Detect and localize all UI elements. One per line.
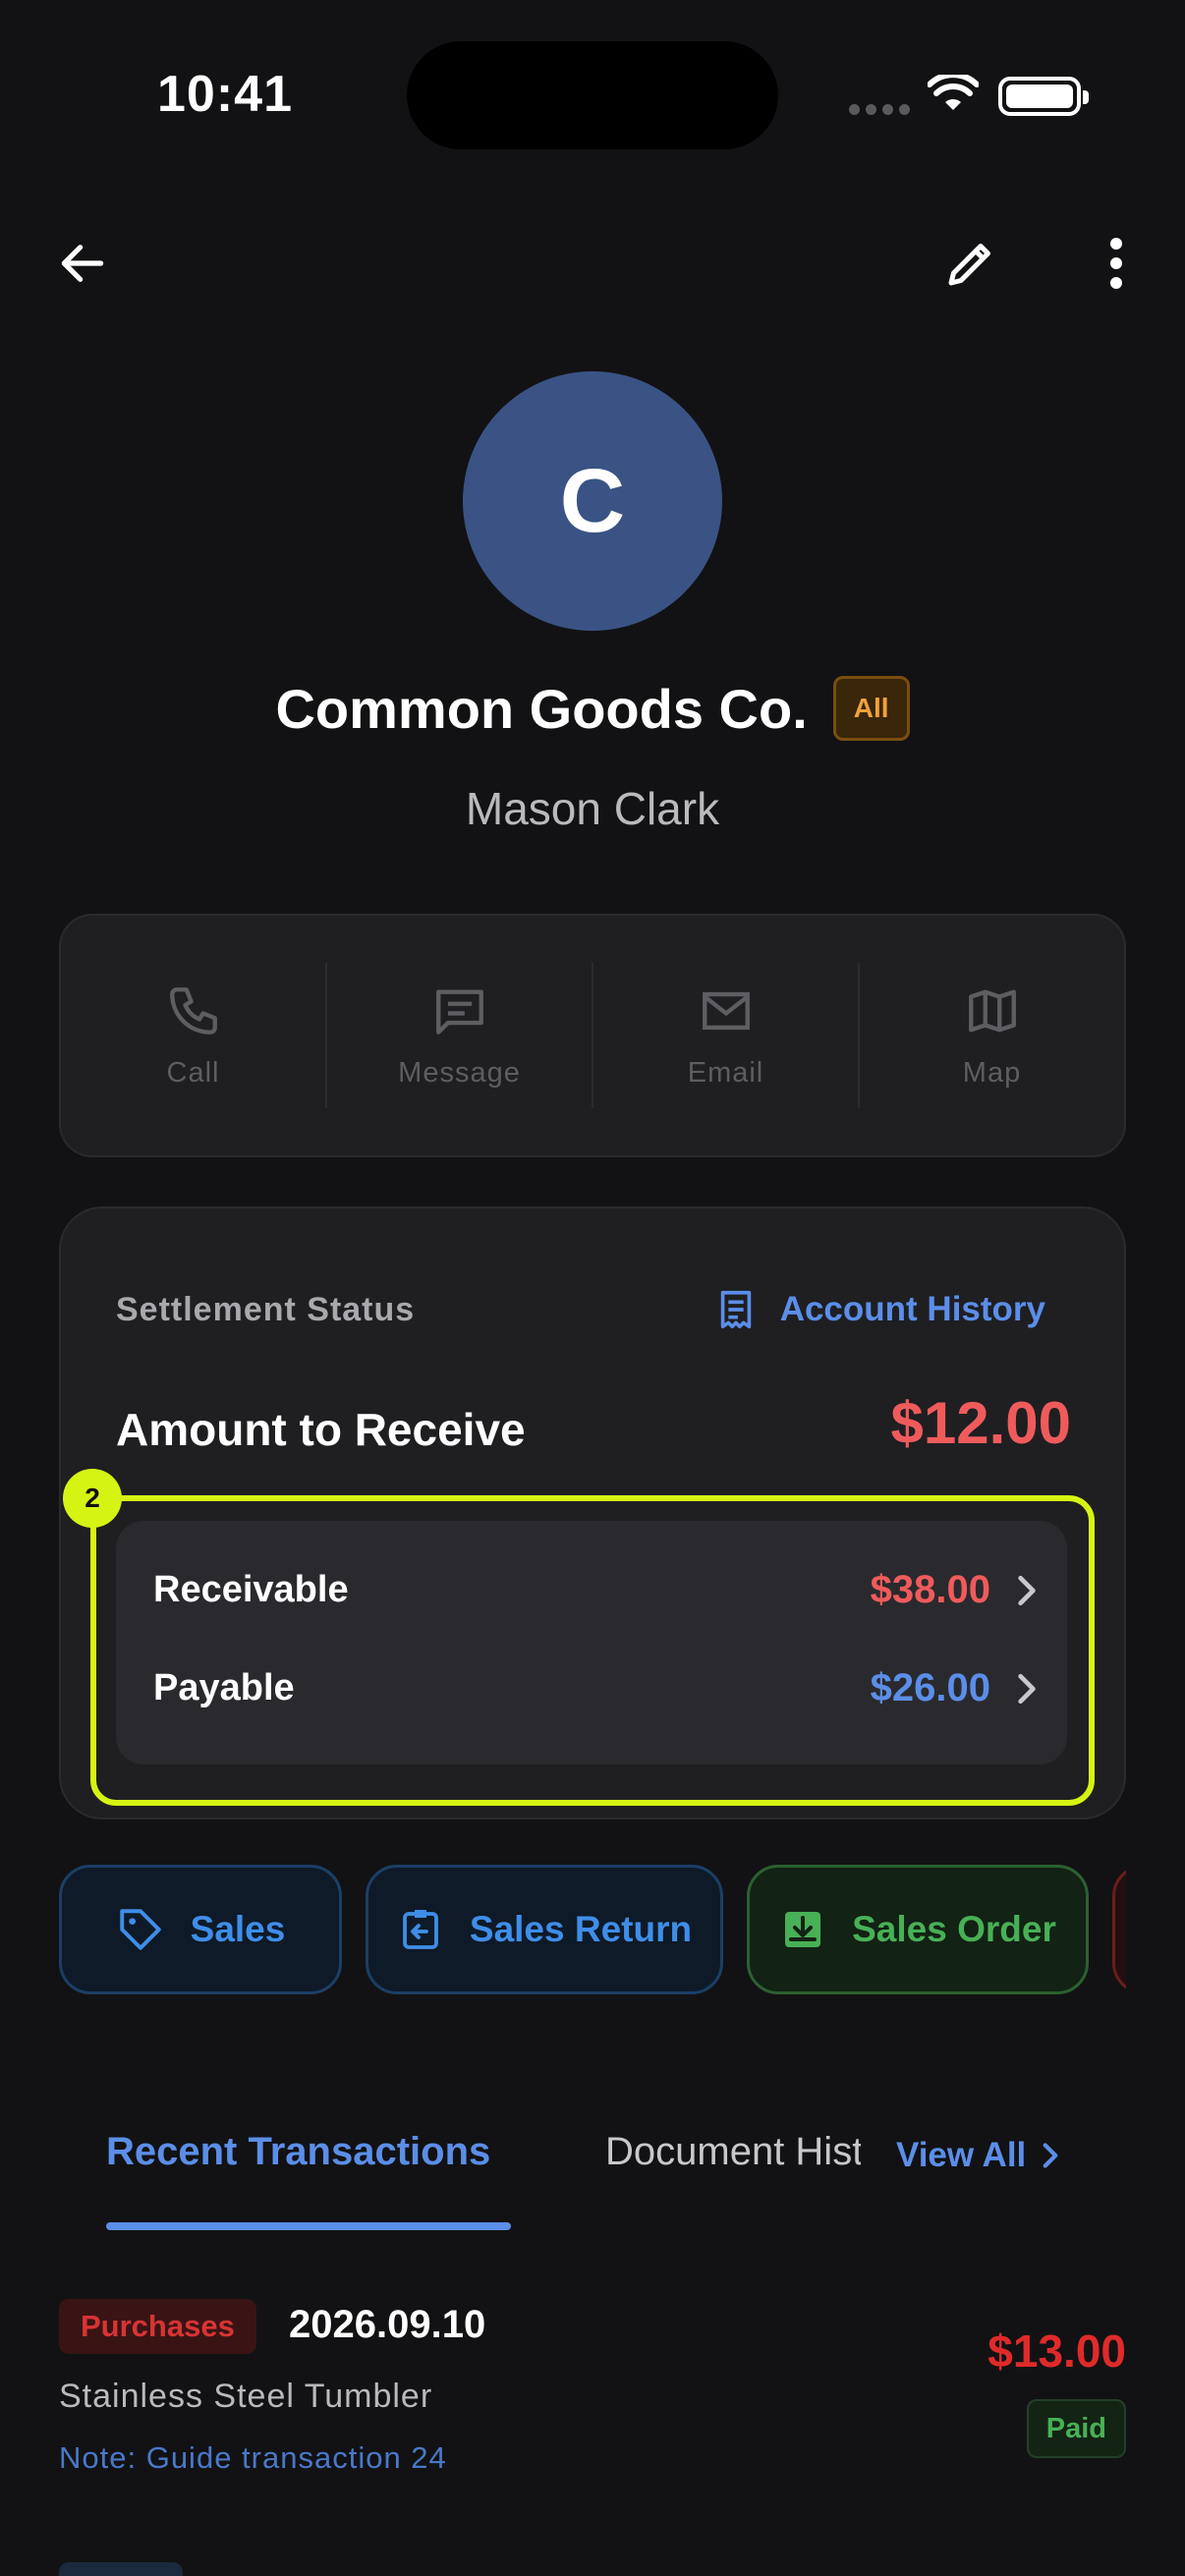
chevron-right-icon [1043,2143,1058,2168]
email-button[interactable]: Email [593,963,860,1108]
document-chips: Sales Sales Return Sales Order [59,1865,1126,1996]
status-bar: 10:41 [0,0,1185,196]
call-label: Call [166,1056,220,1089]
transaction-type-badge: Purchases [59,2299,256,2354]
map-label: Map [962,1056,1022,1089]
status-badge: Paid [1026,2399,1126,2458]
transaction-item: Stainless Steel Tumbler [59,2378,433,2415]
amount-to-receive-value: $12.00 [890,1390,1071,1456]
avatar: C [463,371,722,631]
payable-value: $26.00 [870,1666,990,1709]
chevron-right-icon [1018,1673,1036,1704]
receivable-value: $38.00 [870,1568,990,1611]
amount-to-receive-label: Amount to Receive [116,1404,526,1455]
sales-chip-label: Sales [190,1909,286,1949]
account-history-link[interactable]: Account History [713,1285,1045,1334]
wifi-icon [928,75,979,110]
view-all-link[interactable]: View All [896,2136,1059,2175]
transaction-date: 2026.09.10 [289,2303,486,2346]
map-icon [968,988,1016,1033]
view-all-label: View All [896,2136,1027,2174]
tab-document-history[interactable]: Document History [605,2130,861,2174]
more-chip[interactable] [1112,1865,1126,1994]
download-box-icon [785,1912,821,1947]
sales-order-chip-label: Sales Order [852,1909,1056,1949]
status-time: 10:41 [157,66,293,123]
arrow-left-icon [61,245,104,282]
pencil-icon [948,244,990,286]
next-transaction-badge [59,2562,183,2576]
sales-order-chip[interactable]: Sales Order [747,1865,1089,1994]
highlight-number-badge: 2 [63,1469,122,1528]
tag-icon [119,1909,161,1950]
contact-name: Mason Clark [465,783,720,834]
edit-button[interactable] [931,224,1010,303]
transaction-note: Note: Guide transaction 24 [59,2440,447,2475]
quick-actions-bar: Call Message Email Map [59,914,1126,1157]
payable-label: Payable [153,1667,295,1708]
receivable-payable-box: Receivable $38.00 Payable $26.00 [116,1521,1067,1764]
tab-recent-transactions[interactable]: Recent Transactions [106,2130,490,2174]
sales-chip[interactable]: Sales [59,1865,342,1994]
payable-row[interactable]: Payable $26.00 [153,1666,1038,1710]
mail-icon [702,991,750,1030]
email-label: Email [687,1056,764,1089]
signal-icon [849,104,910,115]
message-icon [435,988,483,1035]
group-badge: All [832,676,910,741]
settlement-card: Settlement Status Account History Amount… [59,1206,1126,1820]
chevron-right-icon [1018,1575,1036,1605]
transaction-amount: $13.00 [988,2325,1126,2377]
receivable-label: Receivable [153,1569,349,1610]
sales-return-chip[interactable]: Sales Return [366,1865,723,1994]
return-icon [402,1910,438,1949]
more-options-button[interactable] [1077,224,1156,303]
call-button[interactable]: Call [61,963,327,1108]
message-button[interactable]: Message [327,963,593,1108]
battery-icon [998,77,1089,116]
more-vertical-icon [1110,238,1122,289]
map-button[interactable]: Map [860,963,1124,1108]
phone-icon [169,986,217,1035]
active-tab-indicator [106,2222,511,2230]
receivable-row[interactable]: Receivable $38.00 [153,1568,1038,1612]
sales-return-chip-label: Sales Return [469,1909,693,1949]
back-button[interactable] [43,224,122,303]
dynamic-island [407,41,778,149]
company-name-row: Common Goods Co. All [0,676,1185,741]
settlement-status-label: Settlement Status [116,1291,416,1328]
receipt-icon [720,1290,751,1329]
account-history-label: Account History [779,1290,1045,1328]
message-label: Message [398,1056,521,1089]
company-name: Common Goods Co. [275,677,808,740]
